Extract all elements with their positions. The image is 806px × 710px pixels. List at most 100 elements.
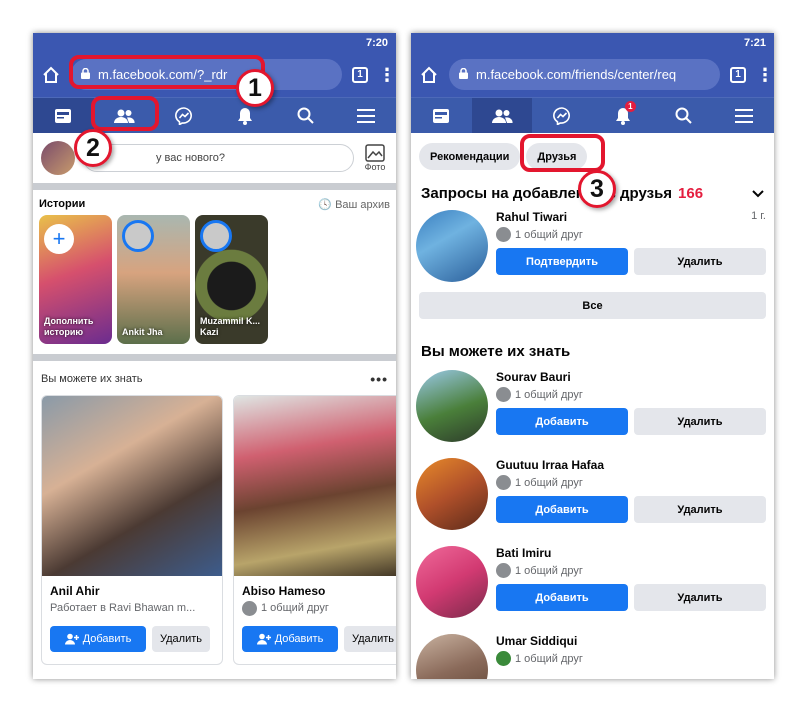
list-item: Bati Imiru 1 общий друг Добавить Удалить bbox=[411, 546, 774, 618]
confirm-button[interactable]: Подтвердить bbox=[496, 248, 628, 275]
person-workplace: Работает в Ravi Bhawan m... bbox=[50, 602, 196, 614]
person-name[interactable]: Abiso Hameso bbox=[234, 576, 396, 600]
photo-icon bbox=[365, 144, 385, 162]
mutual-label: 1 общий друг bbox=[515, 228, 583, 241]
add-friend-button[interactable]: Добавить bbox=[50, 626, 146, 652]
more-options-icon[interactable]: ••• bbox=[370, 371, 388, 387]
avatar[interactable] bbox=[416, 546, 488, 618]
whats-new-input[interactable]: у вас нового? bbox=[83, 144, 354, 172]
mutual-label: 1 общий друг bbox=[515, 476, 583, 489]
tab-recommendations[interactable]: Рекомендации bbox=[419, 143, 521, 170]
hamburger-icon bbox=[356, 108, 375, 123]
stories-header: Истории 🕓 Ваш архив bbox=[33, 190, 396, 215]
photo-label: Фото bbox=[364, 162, 386, 172]
avatar bbox=[200, 220, 232, 252]
avatar[interactable] bbox=[41, 141, 75, 175]
avatar[interactable] bbox=[416, 458, 488, 530]
avatar[interactable] bbox=[416, 634, 488, 679]
story-card-add[interactable]: + Дополнить историю bbox=[39, 215, 112, 344]
remove-button[interactable]: Удалить bbox=[634, 584, 766, 611]
tab-switcher-button[interactable]: 1 bbox=[352, 66, 368, 83]
add-friend-button[interactable]: Добавить bbox=[496, 584, 628, 611]
story-name: Muzammil K... Kazi bbox=[200, 316, 261, 337]
mutual-friend-avatar bbox=[496, 651, 511, 666]
mutual-friend-avatar bbox=[496, 475, 511, 490]
clock-icon: 🕓 bbox=[318, 199, 332, 211]
section-divider bbox=[33, 183, 396, 190]
tab-menu[interactable] bbox=[336, 98, 397, 133]
add-label: Добавить bbox=[82, 633, 132, 645]
add-friend-button[interactable]: Добавить bbox=[496, 408, 628, 435]
person-name[interactable]: Rahul Tiwari bbox=[496, 210, 567, 224]
story-name: Ankit Jha bbox=[122, 327, 163, 337]
remove-button[interactable]: Удалить bbox=[634, 496, 766, 523]
remove-button[interactable]: Удалить bbox=[152, 626, 210, 652]
plus-icon: + bbox=[44, 224, 74, 254]
profile-photo[interactable] bbox=[234, 396, 396, 576]
list-item: Sourav Bauri 1 общий друг Добавить Удали… bbox=[411, 370, 774, 442]
status-time: 7:20 bbox=[365, 37, 388, 49]
request-time: 1 г. bbox=[751, 210, 766, 222]
requests-title: Запросы на добавление в друзья bbox=[421, 185, 673, 202]
browser-menu-icon[interactable]: ⋮ bbox=[756, 66, 774, 84]
news-feed-icon bbox=[433, 108, 450, 123]
remove-button[interactable]: Удалить bbox=[634, 248, 766, 275]
photo-button[interactable]: Фото bbox=[362, 144, 388, 172]
add-friend-button[interactable]: Добавить bbox=[496, 496, 628, 523]
story-card[interactable]: Ankit Jha bbox=[117, 215, 190, 344]
tab-news-feed[interactable] bbox=[33, 98, 94, 133]
browser-menu-icon[interactable]: ⋮ bbox=[378, 66, 396, 84]
notification-badge: 1 bbox=[625, 101, 636, 112]
mutual-friend-avatar bbox=[496, 227, 511, 242]
story-card[interactable]: Muzammil K... Kazi bbox=[195, 215, 268, 344]
pymk-list: Sourav Bauri 1 общий друг Добавить Удали… bbox=[411, 370, 774, 679]
add-friend-icon bbox=[64, 633, 79, 645]
person-name[interactable]: Guutuu Irraa Hafaa bbox=[496, 458, 604, 472]
friends-icon bbox=[491, 109, 513, 123]
tab-notifications[interactable]: 1 bbox=[593, 98, 654, 133]
see-all-button[interactable]: Все bbox=[419, 292, 766, 319]
remove-button[interactable]: Удалить bbox=[344, 626, 396, 652]
browser-toolbar: m.facebook.com/friends/center/req 1 ⋮ bbox=[411, 52, 774, 97]
home-icon[interactable] bbox=[41, 65, 61, 85]
callout-box-friends-subtab bbox=[520, 134, 605, 172]
stories-archive-link[interactable]: 🕓 Ваш архив bbox=[318, 198, 390, 211]
remove-button[interactable]: Удалить bbox=[634, 408, 766, 435]
search-icon bbox=[675, 107, 692, 124]
messenger-icon bbox=[553, 106, 571, 125]
friend-request-row: Rahul Tiwari 1 г. 1 общий друг Подтверди… bbox=[411, 210, 774, 282]
avatar[interactable] bbox=[416, 210, 488, 282]
avatar bbox=[122, 220, 154, 252]
avatar[interactable] bbox=[416, 370, 488, 442]
list-item: Guutuu Irraa Hafaa 1 общий друг Добавить… bbox=[411, 458, 774, 530]
mutual-friends: 1 общий друг bbox=[496, 651, 766, 666]
person-name[interactable]: Anil Ahir bbox=[42, 576, 222, 600]
tab-search[interactable] bbox=[653, 98, 714, 133]
bell-icon bbox=[237, 107, 252, 125]
mutual-friends: 1 общий друг bbox=[496, 475, 766, 490]
mutual-friends: 1 общий друг bbox=[496, 387, 766, 402]
mutual-friends: 1 общий друг bbox=[496, 563, 766, 578]
chevron-down-icon[interactable] bbox=[752, 189, 764, 198]
pymk-card: Abiso Hameso 1 общий друг Добавить Удали… bbox=[233, 395, 396, 665]
person-name[interactable]: Umar Siddiqui bbox=[496, 634, 577, 648]
add-friend-button[interactable]: Добавить bbox=[242, 626, 338, 652]
person-name[interactable]: Sourav Bauri bbox=[496, 370, 571, 384]
tab-news-feed[interactable] bbox=[411, 98, 472, 133]
mutual-label: 1 общий друг bbox=[515, 564, 583, 577]
tab-messenger[interactable] bbox=[532, 98, 593, 133]
profile-photo[interactable] bbox=[42, 396, 222, 576]
mutual-label: 1 общий друг bbox=[515, 388, 583, 401]
tab-friends[interactable] bbox=[471, 98, 532, 133]
tab-messenger[interactable] bbox=[154, 98, 215, 133]
fb-navbar: 1 bbox=[411, 97, 774, 133]
mutual-friend-avatar bbox=[496, 563, 511, 578]
person-name[interactable]: Bati Imiru bbox=[496, 546, 551, 560]
home-icon[interactable] bbox=[419, 65, 439, 85]
callout-number-3: 3 bbox=[578, 170, 616, 208]
tab-menu[interactable] bbox=[714, 98, 775, 133]
tab-switcher-button[interactable]: 1 bbox=[730, 66, 746, 83]
tab-search[interactable] bbox=[275, 98, 336, 133]
address-bar[interactable]: m.facebook.com/friends/center/req bbox=[449, 59, 720, 90]
section-divider bbox=[33, 354, 396, 361]
